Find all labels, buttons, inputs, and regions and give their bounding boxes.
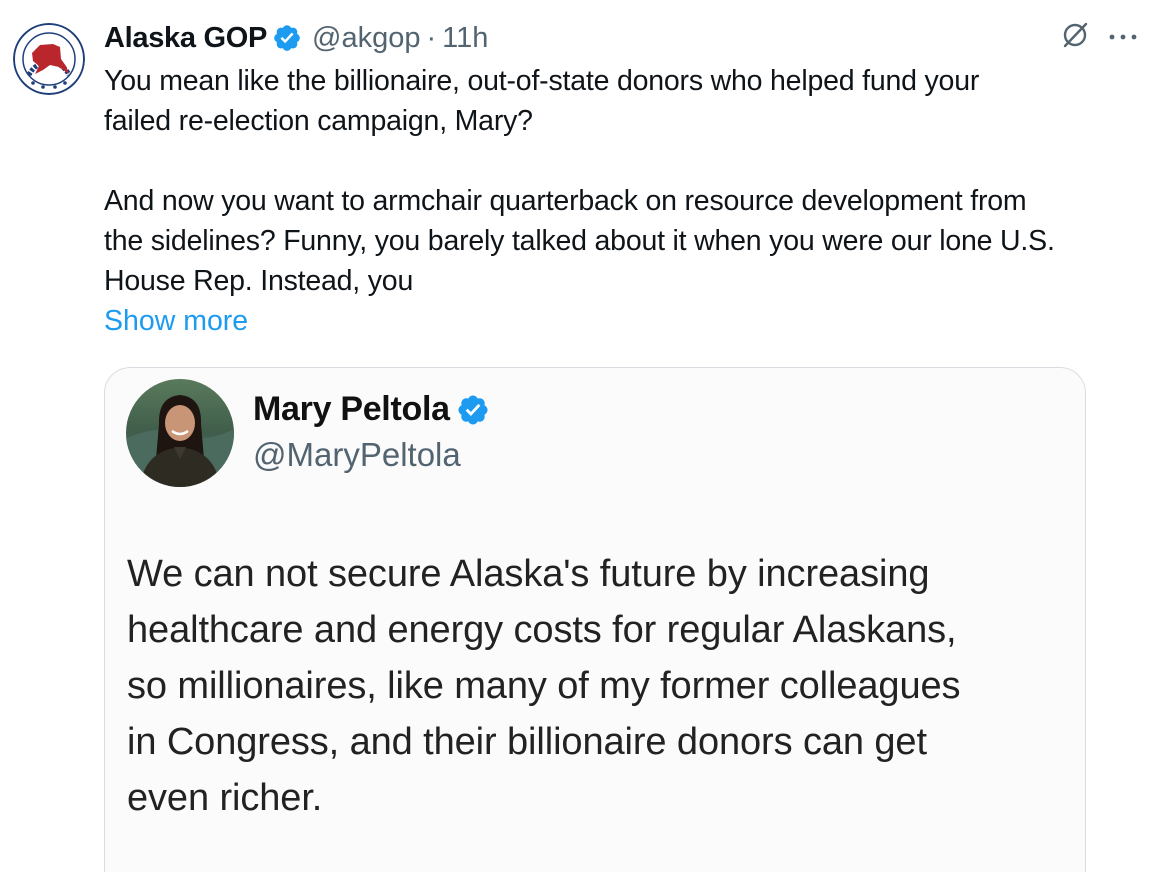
grok-icon[interactable] [1060,20,1090,55]
quoted-author-display-name[interactable]: Mary Peltola [253,390,450,429]
quoted-author-name-row: Mary Peltola [253,390,490,429]
tweet-header: Alaska GOP @akgop · 11h [104,18,488,58]
tweet-actions-top [1060,20,1138,55]
header-separator: · [426,21,437,54]
quoted-author-handle[interactable]: @MaryPeltola [253,436,461,474]
author-display-name[interactable]: Alaska GOP [104,22,267,55]
more-options-icon[interactable] [1108,29,1138,47]
author-avatar[interactable] [13,23,85,95]
tweet-timestamp[interactable]: 11h [442,22,488,55]
author-handle[interactable]: @akgop [312,22,420,55]
profile-photo [126,379,234,487]
quoted-post-text: We can not secure Alaska's future by inc… [127,553,961,819]
verified-badge-icon[interactable] [272,23,302,53]
tweet-text: You mean like the billionaire, out-of-st… [104,65,1055,297]
alaska-republicans-seal-icon [13,23,85,95]
quoted-post-card[interactable]: Mary Peltola @MaryPeltola We can not sec… [104,367,1086,872]
quoted-author-avatar[interactable] [126,379,234,487]
quoted-verified-badge-icon[interactable] [456,393,490,427]
show-more-link[interactable]: Show more [104,301,248,341]
